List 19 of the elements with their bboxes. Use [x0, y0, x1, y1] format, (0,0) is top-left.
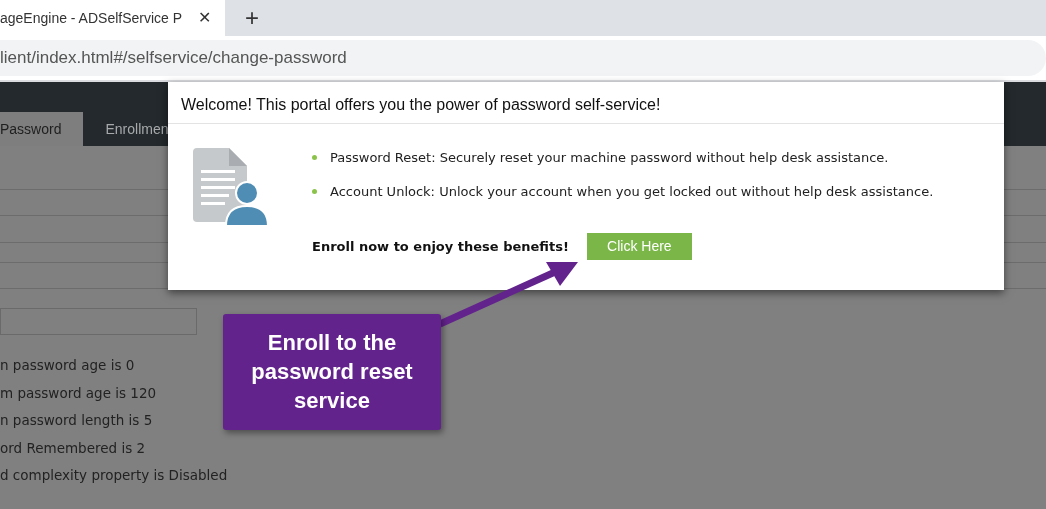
browser-tab[interactable]: ageEngine - ADSelfService P ✕: [0, 0, 225, 36]
benefit-text: Account Unlock: Unlock your account when you get locked out without help desk assistance.: [330, 182, 934, 201]
policy-text: n password length is 5: [0, 411, 153, 431]
policy-text: ord Remembered is 2: [0, 438, 146, 458]
policy-text: m password age is 120: [0, 383, 157, 403]
address-bar[interactable]: lient/index.html#/selfservice/change-password: [0, 40, 1046, 76]
policy-text: n password age is 0: [0, 356, 135, 375]
nav-tab[interactable]: Password: [0, 112, 84, 146]
policy-text: d complexity property is Disabled: [0, 466, 228, 486]
bullet-icon: [312, 155, 317, 161]
bullet-icon: [312, 188, 317, 194]
new-tab-button[interactable]: +: [239, 5, 265, 31]
document-user-icon: [193, 148, 268, 226]
enroll-prompt: Enroll now to enjoy these benefits!: [312, 237, 569, 256]
tab-title: ageEngine - ADSelfService P: [0, 8, 183, 28]
callout-text: Enroll to the password reset service: [223, 314, 441, 430]
popup-title: Welcome! This portal offers you the power of password self-service!: [168, 82, 1004, 124]
benefit-text: Password Reset: Securely reset your machine password without help desk assistance.: [330, 149, 889, 167]
close-tab-button[interactable]: ✕: [194, 6, 215, 30]
